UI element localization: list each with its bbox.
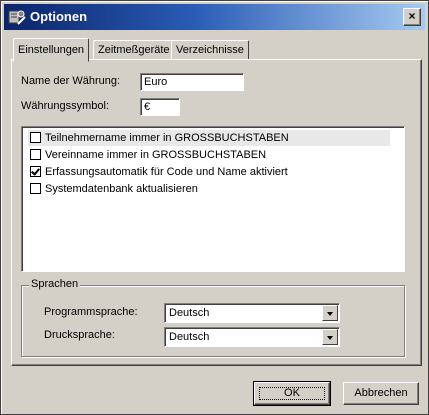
checkbox[interactable] (30, 183, 41, 194)
option-item-uppercase-participant[interactable]: Teilnehmername immer in GROSSBUCHSTABEN (28, 130, 390, 146)
print-language-label: Drucksprache: (44, 329, 115, 341)
program-language-select[interactable]: Deutsch (164, 303, 340, 323)
option-item-uppercase-club[interactable]: Vereinname immer in GROSSBUCHSTABEN (28, 147, 390, 163)
languages-group-title: Sprachen (29, 278, 81, 290)
tab-verzeichnisse[interactable]: Verzeichnisse (171, 40, 249, 60)
options-list[interactable]: Teilnehmername immer in GROSSBUCHSTABEN … (21, 126, 405, 272)
currency-symbol-label: Währungssymbol: (21, 100, 110, 112)
option-item-update-db[interactable]: Systemdatenbank aktualisieren (28, 181, 390, 197)
ok-button[interactable]: OK (253, 381, 331, 406)
title-bar[interactable]: Optionen × (4, 4, 425, 30)
currency-name-input[interactable]: Euro (140, 73, 244, 91)
app-icon (8, 10, 26, 25)
checkbox-checked[interactable] (30, 166, 41, 177)
print-language-select[interactable]: Deutsch (164, 327, 340, 347)
tab-einstellungen[interactable]: Einstellungen (13, 38, 90, 62)
tab-zeitmessgeraete[interactable]: Zeitmeßgeräte (93, 40, 175, 60)
option-item-auto-capture[interactable]: Erfassungsautomatik für Code und Name ak… (28, 164, 390, 180)
currency-name-label: Name der Währung: (21, 75, 121, 87)
chevron-down-icon[interactable] (322, 329, 338, 345)
close-button[interactable]: × (403, 8, 421, 26)
window-title: Optionen (30, 9, 88, 24)
options-dialog: Optionen × Einstellungen Zeitmeßgeräte V… (0, 0, 429, 415)
program-language-label: Programmsprache: (44, 306, 138, 318)
cancel-button[interactable]: Abbrechen (343, 382, 419, 405)
currency-symbol-input[interactable]: € (140, 98, 180, 116)
checkbox[interactable] (30, 149, 41, 160)
checkbox[interactable] (30, 132, 41, 143)
chevron-down-icon[interactable] (322, 305, 338, 321)
